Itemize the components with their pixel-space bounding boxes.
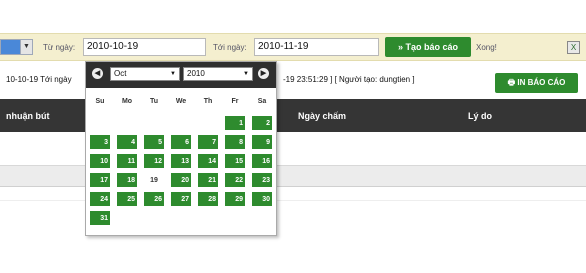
- calendar-day[interactable]: 16: [252, 154, 272, 168]
- month-select[interactable]: Oct ▼: [110, 67, 180, 81]
- calendar-day[interactable]: 20: [171, 173, 191, 187]
- calendar-day[interactable]: 7: [198, 135, 218, 149]
- column-header-royalty: nhuận bút: [6, 111, 50, 121]
- status-text: Xong!: [476, 43, 497, 52]
- report-type-select[interactable]: ▼: [0, 39, 33, 55]
- calendar-day[interactable]: 25: [117, 192, 137, 206]
- calendar-day[interactable]: 12: [144, 154, 164, 168]
- report-range-text: 10-10-19 Tới ngày: [6, 75, 72, 84]
- excel-export-icon[interactable]: X: [567, 41, 580, 54]
- month-select-value: Oct: [114, 69, 127, 78]
- print-report-button[interactable]: 🖶 IN BÁO CÁO: [495, 73, 578, 93]
- weekday-label: Su: [95, 98, 105, 105]
- calendar-day[interactable]: 30: [252, 192, 272, 206]
- from-date-input[interactable]: 2010-10-19: [83, 38, 206, 56]
- calendar-day[interactable]: 23: [252, 173, 272, 187]
- calendar-day[interactable]: 21: [198, 173, 218, 187]
- calendar-day[interactable]: 17: [90, 173, 110, 187]
- year-select[interactable]: 2010 ▼: [183, 67, 253, 81]
- create-report-button[interactable]: » Tạo báo cáo: [385, 37, 471, 57]
- calendar-day[interactable]: 31: [90, 211, 110, 225]
- chevron-down-icon[interactable]: ▼: [20, 40, 32, 54]
- to-date-label: Tới ngày:: [213, 43, 247, 52]
- calendar-day[interactable]: 4: [117, 135, 137, 149]
- calendar-day[interactable]: 9: [252, 135, 272, 149]
- weekday-label: Fr: [231, 98, 239, 105]
- chevron-down-icon: ▼: [170, 71, 176, 77]
- calendar-day[interactable]: 18: [117, 173, 137, 187]
- calendar-day[interactable]: 1: [225, 116, 245, 130]
- chevron-down-icon: ▼: [243, 71, 249, 77]
- calendar-day[interactable]: 24: [90, 192, 110, 206]
- calendar-day[interactable]: 14: [198, 154, 218, 168]
- next-month-icon[interactable]: ▶: [258, 68, 269, 79]
- prev-month-icon[interactable]: ◀: [92, 68, 103, 79]
- calendar-day[interactable]: 6: [171, 135, 191, 149]
- calendar-day[interactable]: 26: [144, 192, 164, 206]
- to-date-input[interactable]: 2010-11-19: [254, 38, 379, 56]
- calendar-day[interactable]: 11: [117, 154, 137, 168]
- page-top: [0, 0, 586, 33]
- report-toolbar: ▼ Từ ngày: 2010-10-19 Tới ngày: 2010-11-…: [0, 33, 586, 61]
- calendar-day[interactable]: 13: [171, 154, 191, 168]
- report-meta-text: -19 23:51:29 ] [ Người tạo: dungtien ]: [283, 75, 415, 84]
- weekday-label: Th: [203, 98, 213, 105]
- select-value: [1, 40, 20, 54]
- calendar-day[interactable]: 3: [90, 135, 110, 149]
- calendar-day[interactable]: 29: [225, 192, 245, 206]
- weekday-label: Mo: [121, 98, 133, 105]
- calendar-header: ◀ Oct ▼ 2010 ▼ ▶: [86, 62, 276, 88]
- calendar-day[interactable]: 22: [225, 173, 245, 187]
- column-header-date: Ngày chấm: [298, 111, 347, 121]
- weekday-label: Tu: [149, 98, 159, 105]
- calendar-day[interactable]: 10: [90, 154, 110, 168]
- date-picker-calendar: ◀ Oct ▼ 2010 ▼ ▶ Su Mo Tu We Th Fr Sa 1 2 3 4 5 6 7 8 9…: [85, 61, 277, 236]
- calendar-day[interactable]: 15: [225, 154, 245, 168]
- column-header-reason: Lý do: [468, 111, 492, 121]
- calendar-day[interactable]: 5: [144, 135, 164, 149]
- calendar-day[interactable]: 2: [252, 116, 272, 130]
- from-date-label: Từ ngày:: [43, 43, 76, 52]
- calendar-day[interactable]: 8: [225, 135, 245, 149]
- calendar-day[interactable]: 19: [144, 173, 164, 187]
- weekday-label: We: [175, 98, 187, 105]
- calendar-day[interactable]: 28: [198, 192, 218, 206]
- weekday-label: Sa: [257, 98, 267, 105]
- year-select-value: 2010: [187, 69, 205, 78]
- calendar-day[interactable]: 27: [171, 192, 191, 206]
